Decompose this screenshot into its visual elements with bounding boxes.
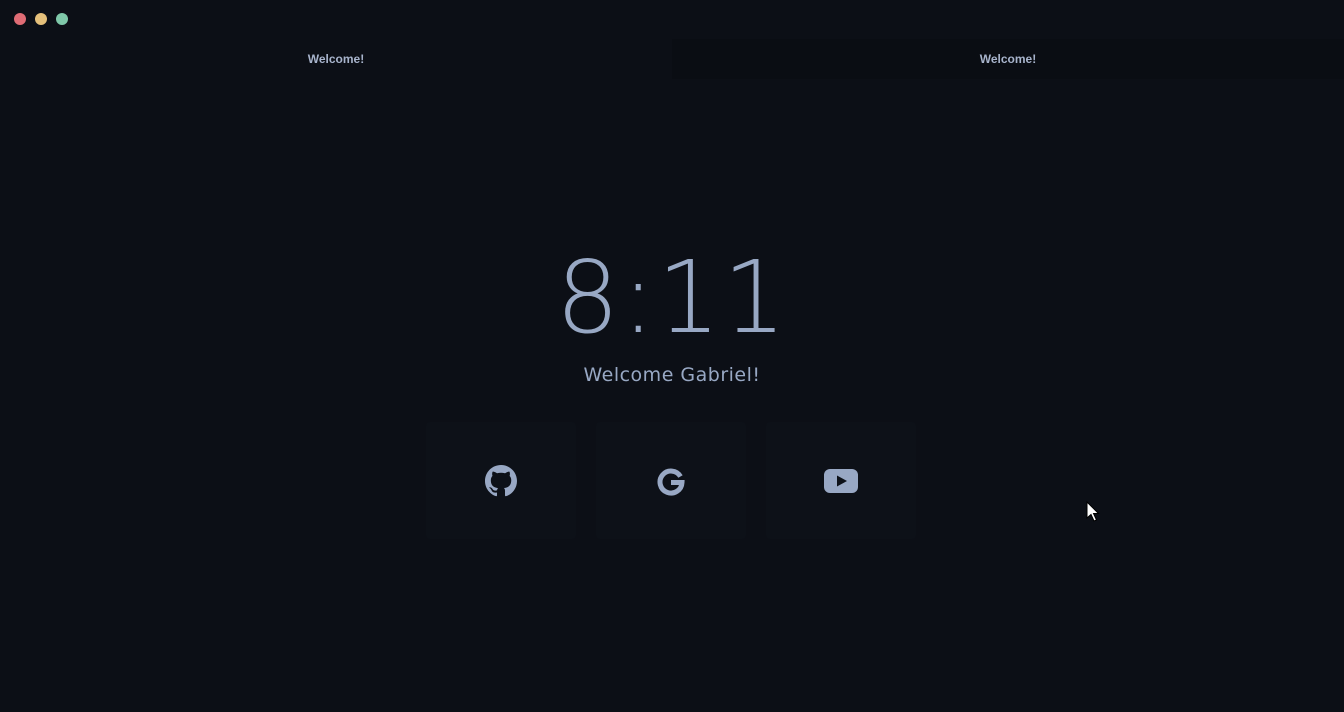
window-controls	[14, 13, 68, 25]
tab-bar: Welcome! Welcome!	[0, 39, 1344, 79]
mouse-cursor-icon	[1086, 500, 1100, 527]
google-link-card[interactable]	[596, 422, 746, 539]
quick-links	[426, 422, 916, 539]
github-link-card[interactable]	[426, 422, 576, 539]
greeting-text: Welcome Gabriel!	[583, 364, 761, 386]
clock-time: 8:11	[555, 239, 789, 356]
github-icon	[485, 464, 517, 497]
browser-window: Welcome! Welcome! 8:11 Welcome Gabriel!	[0, 0, 1344, 712]
tab-welcome-inactive[interactable]: Welcome!	[672, 39, 1344, 79]
maximize-window-button[interactable]	[56, 13, 68, 25]
minimize-window-button[interactable]	[35, 13, 47, 25]
google-icon	[655, 465, 687, 497]
tab-welcome-active[interactable]: Welcome!	[0, 39, 672, 79]
close-window-button[interactable]	[14, 13, 26, 25]
youtube-link-card[interactable]	[766, 422, 916, 539]
youtube-icon	[824, 468, 858, 494]
